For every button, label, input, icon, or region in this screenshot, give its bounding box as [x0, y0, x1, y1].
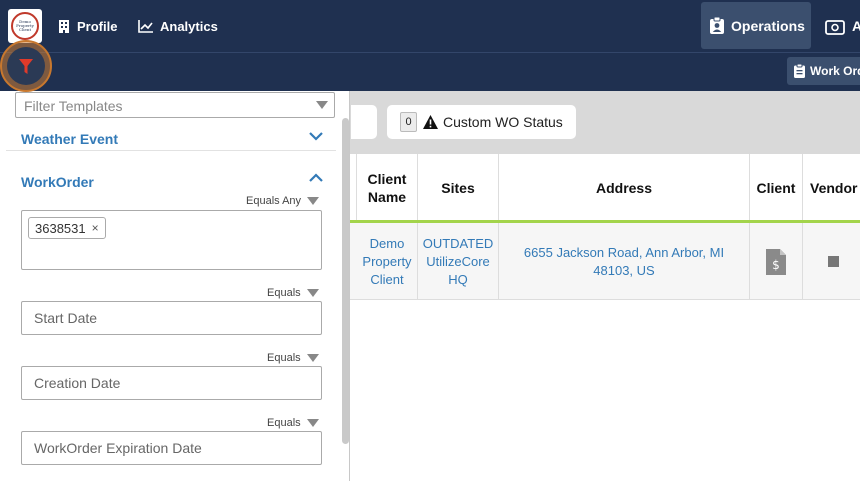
clipboard-icon: [794, 64, 805, 78]
nav-profile-label: Profile: [77, 18, 118, 34]
creation-date-operator[interactable]: Equals: [267, 352, 319, 364]
cell-address[interactable]: 6655 Jackson Road, Ann Arbor, MI 48103, …: [499, 223, 750, 300]
chevron-down-icon[interactable]: [309, 131, 323, 141]
start-date-operator-label: Equals: [267, 287, 301, 299]
creation-date-input[interactable]: Creation Date: [21, 366, 322, 400]
toolbar-button-partial[interactable]: [351, 105, 377, 139]
chevron-up-icon[interactable]: [309, 173, 323, 183]
nav-analytics-label: Analytics: [160, 18, 218, 34]
warning-icon: [423, 115, 438, 129]
filter-toggle-inner: [7, 47, 45, 85]
work-order-label: Work Order: [810, 64, 860, 78]
weather-event-header[interactable]: Weather Event: [21, 131, 118, 147]
remove-chip-icon[interactable]: ×: [92, 221, 99, 235]
creation-date-operator-label: Equals: [267, 352, 301, 364]
building-icon: [59, 19, 69, 33]
caret-down-icon: [306, 289, 319, 297]
cell-client[interactable]: $: [750, 223, 803, 300]
company-logo[interactable]: Demo Property Client: [8, 9, 42, 43]
cell-client-name[interactable]: Demo Property Client: [357, 223, 418, 300]
workorder-header[interactable]: WorkOrder: [21, 174, 94, 190]
nav-a[interactable]: A: [825, 0, 860, 52]
caret-down-icon: [316, 101, 328, 109]
sub-toolbar: [0, 52, 860, 91]
col-header-vendor[interactable]: Vendor: [803, 154, 860, 221]
expiration-date-input[interactable]: WorkOrder Expiration Date: [21, 431, 322, 465]
svg-text:$: $: [772, 258, 780, 272]
col-header-client[interactable]: Client: [750, 154, 803, 221]
custom-wo-status-label: Custom WO Status: [443, 114, 563, 130]
money-icon: [825, 19, 845, 35]
custom-wo-status-button[interactable]: 0 Custom WO Status: [387, 105, 576, 139]
filter-templates-select[interactable]: Filter Templates: [15, 92, 335, 118]
filter-templates-placeholder: Filter Templates: [24, 98, 123, 114]
top-navbar: Demo Property Client Profile Analytics O…: [0, 0, 860, 52]
caret-down-icon: [307, 197, 320, 205]
work-order-button[interactable]: Work Order: [787, 57, 860, 85]
start-date-operator[interactable]: Equals: [267, 287, 319, 299]
expiration-date-operator-label: Equals: [267, 417, 301, 429]
chart-line-icon: [138, 19, 153, 33]
cell-site[interactable]: OUTDATED UtilizeCore HQ: [418, 223, 499, 300]
workorder-operator-label: Equals Any: [246, 195, 302, 207]
expiration-date-operator[interactable]: Equals: [267, 417, 319, 429]
filter-toggle-button[interactable]: [0, 40, 52, 92]
col-header-client-name[interactable]: Client Name: [357, 154, 418, 221]
workorder-operator[interactable]: Equals Any: [246, 195, 320, 207]
workorder-chip-value: 3638531: [35, 220, 86, 236]
caret-down-icon: [306, 354, 319, 362]
cell-vendor[interactable]: [803, 223, 860, 300]
nav-a-label: A: [852, 18, 860, 34]
workorder-chip: 3638531 ×: [28, 217, 106, 239]
invoice-icon[interactable]: $: [766, 248, 786, 275]
status-count-badge: 0: [400, 112, 417, 132]
nav-profile[interactable]: Profile: [58, 0, 117, 52]
col-header-sites[interactable]: Sites: [418, 154, 499, 221]
workorder-multiselect[interactable]: 3638531 ×: [21, 210, 322, 270]
logo-mark: Demo Property Client: [11, 12, 39, 40]
nav-analytics[interactable]: Analytics: [138, 0, 218, 52]
col-header-address[interactable]: Address: [499, 154, 750, 221]
clipboard-user-icon: [710, 17, 724, 34]
section-divider: [6, 150, 336, 151]
vendor-square-icon[interactable]: [827, 256, 839, 267]
filter-icon: [19, 58, 33, 74]
start-date-input[interactable]: Start Date: [21, 301, 322, 335]
caret-down-icon: [306, 419, 319, 427]
nav-operations-label: Operations: [731, 17, 805, 34]
nav-operations[interactable]: Operations: [701, 2, 811, 49]
sidebar-scrollbar[interactable]: [342, 118, 349, 444]
